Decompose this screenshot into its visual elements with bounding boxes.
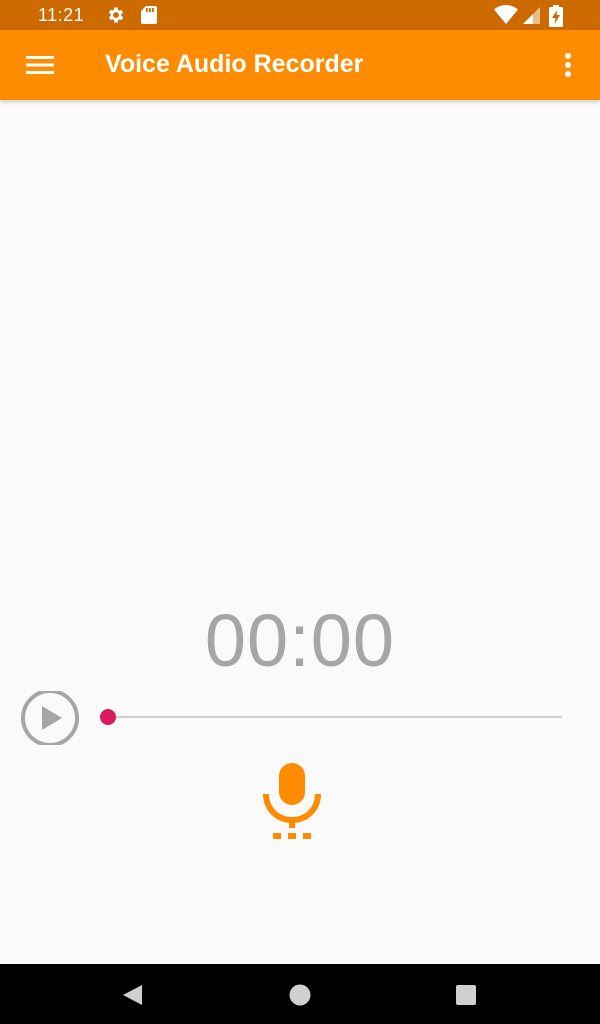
seek-thumb[interactable] (100, 709, 116, 725)
play-circle-icon[interactable] (19, 689, 81, 747)
recording-timer: 00:00 (204, 599, 396, 682)
microphone-icon (263, 763, 321, 839)
status-time: 11:21 (38, 5, 85, 25)
record-button[interactable] (262, 760, 322, 842)
recorder-screen: 11:21 Voice Audio Recorder 00:00 (0, 0, 600, 1024)
signal-icon (520, 5, 542, 25)
sd-card-icon (140, 5, 160, 25)
home-icon[interactable] (287, 982, 313, 1008)
app-title: Voice Audio Recorder (105, 50, 364, 78)
navigation-bar (0, 964, 600, 1024)
back-icon[interactable] (120, 982, 146, 1008)
seek-bar[interactable] (108, 716, 562, 718)
battery-charging-icon (549, 5, 563, 27)
status-bar: 11:21 (0, 0, 600, 30)
more-vert-icon[interactable] (552, 48, 584, 82)
wifi-icon (494, 5, 518, 25)
settings-icon (106, 5, 126, 25)
app-bar: Voice Audio Recorder (0, 30, 600, 100)
hamburger-menu-icon[interactable] (20, 48, 60, 82)
recents-icon[interactable] (453, 982, 479, 1008)
